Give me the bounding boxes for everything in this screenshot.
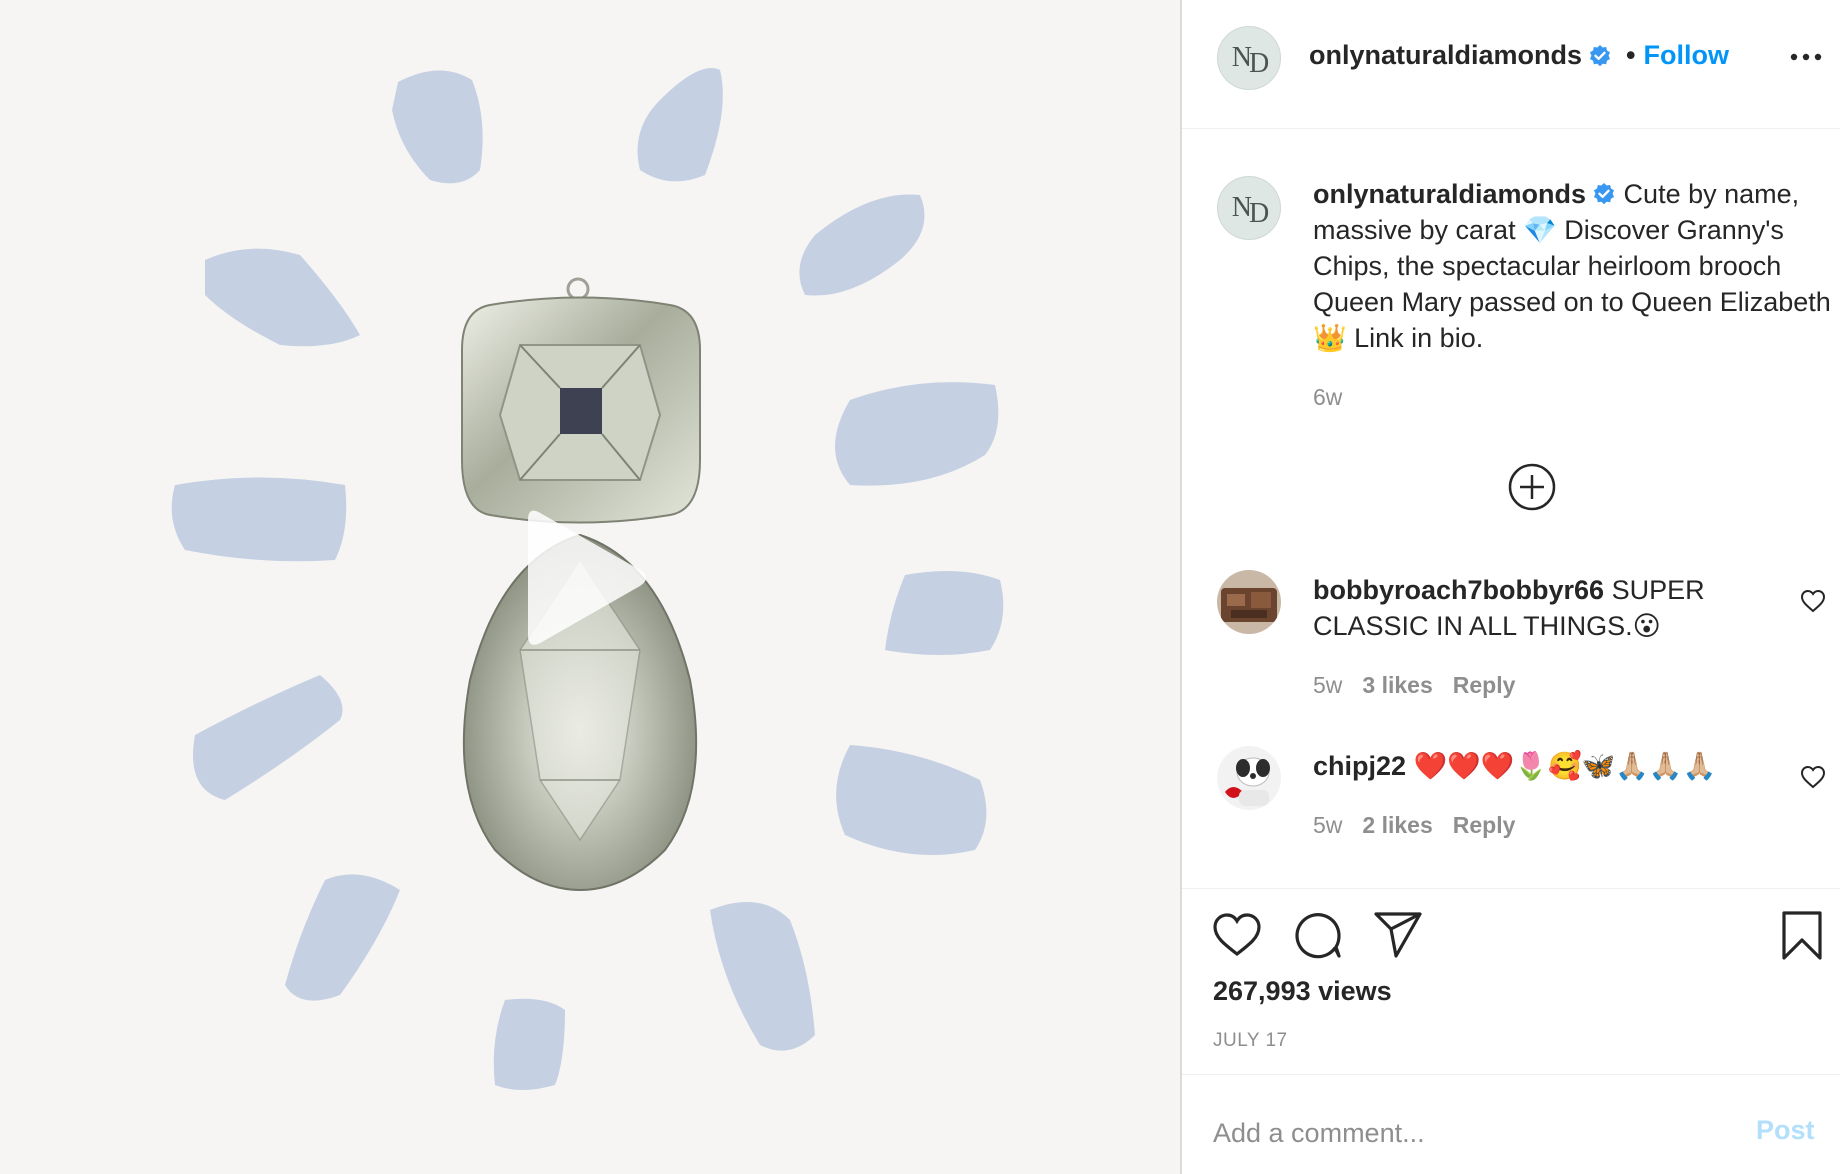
comment-avatar-photo <box>1217 746 1281 810</box>
post-video[interactable] <box>0 0 1180 1174</box>
header-username[interactable]: onlynaturaldiamonds <box>1309 40 1582 71</box>
composer-divider <box>1182 1074 1840 1075</box>
monogram-d: D <box>1249 48 1269 79</box>
caption-timestamp[interactable]: 6w <box>1313 384 1342 411</box>
post-side-panel: ND onlynaturaldiamonds • Follow ND onlyn… <box>1182 0 1840 1174</box>
header-separator: • <box>1626 40 1636 70</box>
crown-emoji: 👑 <box>1313 323 1347 353</box>
comment-avatar[interactable] <box>1217 746 1281 810</box>
comment-meta: 5w 2 likes Reply <box>1313 812 1535 839</box>
header-divider <box>1182 128 1840 129</box>
comment-avatar-photo <box>1217 570 1281 634</box>
post-header: onlynaturaldiamonds • Follow <box>1309 40 1729 71</box>
heart-icon[interactable] <box>1212 912 1262 958</box>
add-comment-input[interactable] <box>1213 1115 1713 1151</box>
cushion-diamond-image <box>461 277 701 524</box>
monogram-n: N <box>1231 42 1252 73</box>
monogram-d: D <box>1249 198 1269 229</box>
post-date[interactable]: JULY 17 <box>1213 1030 1288 1052</box>
comment-reply-button[interactable]: Reply <box>1453 812 1516 838</box>
video-frame <box>171 68 1004 1090</box>
load-more-comments-icon[interactable] <box>1507 462 1557 512</box>
comment-text: ❤️❤️❤️🌷🥰🦋🙏🏼🙏🏼🙏🏼 <box>1406 751 1717 781</box>
comment-likes[interactable]: 2 likes <box>1362 812 1432 838</box>
caption-text-3: Link in bio. <box>1346 323 1484 353</box>
comment-body: bobbyroach7bobbyr66 SUPER CLASSIC IN ALL… <box>1313 572 1783 644</box>
comment-meta: 5w 3 likes Reply <box>1313 672 1535 699</box>
caption-avatar[interactable]: ND <box>1217 176 1281 240</box>
verified-badge-icon <box>1594 183 1615 205</box>
instagram-post-view: ND onlynaturaldiamonds • Follow ND onlyn… <box>0 0 1840 1174</box>
comment-timestamp[interactable]: 5w <box>1313 812 1342 838</box>
post-caption: onlynaturaldiamonds Cute by name, massiv… <box>1313 176 1833 356</box>
comment-like-icon[interactable] <box>1800 589 1826 613</box>
comments-divider <box>1182 888 1840 889</box>
comment-username[interactable]: chipj22 <box>1313 751 1406 781</box>
monogram-n: N <box>1231 192 1252 223</box>
comment-reply-button[interactable]: Reply <box>1453 672 1516 698</box>
comment-avatar[interactable] <box>1217 570 1281 634</box>
comment-like-icon[interactable] <box>1800 765 1826 789</box>
verified-badge-icon <box>1590 44 1611 66</box>
more-options-icon[interactable] <box>1786 42 1826 72</box>
comment-likes[interactable]: 3 likes <box>1362 672 1432 698</box>
diamond-emoji: 💎 <box>1523 215 1557 245</box>
view-count[interactable]: 267,993 views <box>1213 976 1392 1007</box>
paper-plane-icon[interactable] <box>1372 910 1424 960</box>
comment-timestamp[interactable]: 5w <box>1313 672 1342 698</box>
caption-username[interactable]: onlynaturaldiamonds <box>1313 179 1586 209</box>
comment-bubble-icon[interactable] <box>1293 910 1343 960</box>
comment-body: chipj22 ❤️❤️❤️🌷🥰🦋🙏🏼🙏🏼🙏🏼 <box>1313 748 1783 784</box>
comment-username[interactable]: bobbyroach7bobbyr66 <box>1313 575 1604 605</box>
bookmark-icon[interactable] <box>1778 910 1826 962</box>
follow-button[interactable]: Follow <box>1644 40 1729 71</box>
post-comment-button[interactable]: Post <box>1756 1115 1815 1146</box>
profile-avatar[interactable]: ND <box>1217 26 1281 90</box>
